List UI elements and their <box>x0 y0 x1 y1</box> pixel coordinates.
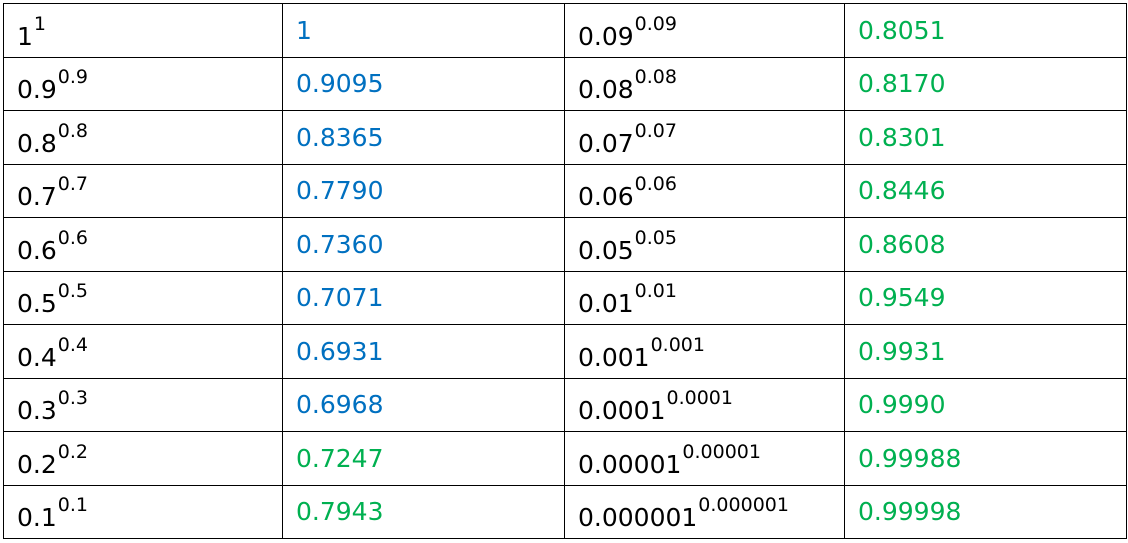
power-expression-right: 0.010.01 <box>564 270 845 325</box>
power-base: 0.07 <box>578 128 634 158</box>
table-row: 0.30.3 0.6968 0.00010.0001 0.9990 <box>3 377 1127 432</box>
power-expression-left: 0.70.7 <box>3 163 283 218</box>
power-expression-left: 0.30.3 <box>3 377 283 432</box>
table-row: 11 1 0.090.09 0.8051 <box>3 3 1127 58</box>
powers-table: 11 1 0.090.09 0.8051 0.90.9 0.9095 0.080.08 0.8… <box>3 3 1127 539</box>
power-value-right: 0.8301 <box>844 110 1127 165</box>
table-row: 0.90.9 0.9095 0.080.08 0.8170 <box>3 56 1127 111</box>
power-base: 0.3 <box>17 396 57 426</box>
power-base: 0.2 <box>17 449 57 479</box>
power-exponent: 0.5 <box>57 280 88 303</box>
power-value-right: 0.8051 <box>844 3 1127 58</box>
power-expression-right: 0.070.07 <box>564 110 845 165</box>
power-base: 0.00001 <box>578 449 682 479</box>
power-value-left: 1 <box>282 3 565 58</box>
powers-table-body: 11 1 0.090.09 0.8051 0.90.9 0.9095 0.080.08 0.8… <box>3 3 1127 539</box>
table-row: 0.80.8 0.8365 0.070.07 0.8301 <box>3 110 1127 165</box>
power-value-left: 0.8365 <box>282 110 565 165</box>
power-expression-left: 0.80.8 <box>3 110 283 165</box>
power-value-right: 0.9990 <box>844 377 1127 432</box>
power-value-right: 0.9931 <box>844 324 1127 379</box>
power-exponent: 0.2 <box>57 440 88 463</box>
power-exponent: 0.6 <box>57 226 88 249</box>
power-expression-right: 0.080.08 <box>564 56 845 111</box>
power-base: 1 <box>17 21 33 51</box>
table-row: 0.20.2 0.7247 0.000010.00001 0.99988 <box>3 431 1127 486</box>
power-exponent: 0.00001 <box>682 440 761 463</box>
power-value-left: 0.7360 <box>282 217 565 272</box>
power-value-left: 0.7247 <box>282 431 565 486</box>
power-expression-right: 0.0000010.000001 <box>564 484 845 539</box>
power-expression-left: 0.60.6 <box>3 217 283 272</box>
power-value-left: 0.6968 <box>282 377 565 432</box>
table-row: 0.60.6 0.7360 0.050.05 0.8608 <box>3 217 1127 272</box>
power-expression-right: 0.00010.0001 <box>564 377 845 432</box>
power-expression-right: 0.060.06 <box>564 163 845 218</box>
power-value-right: 0.8608 <box>844 217 1127 272</box>
power-expression-right: 0.050.05 <box>564 217 845 272</box>
power-exponent: 0.07 <box>634 119 677 142</box>
power-value-right: 0.9549 <box>844 270 1127 325</box>
power-exponent: 0.08 <box>634 66 677 89</box>
power-expression-left: 0.90.9 <box>3 56 283 111</box>
power-expression-left: 11 <box>3 3 283 58</box>
power-base: 0.9 <box>17 75 57 105</box>
power-base: 0.05 <box>578 235 634 265</box>
power-base: 0.08 <box>578 75 634 105</box>
power-exponent: 0.1 <box>57 494 88 517</box>
power-base: 0.01 <box>578 289 634 319</box>
power-base: 0.5 <box>17 289 57 319</box>
power-expression-left: 0.50.5 <box>3 270 283 325</box>
power-exponent: 0.7 <box>57 173 88 196</box>
power-value-left: 0.6931 <box>282 324 565 379</box>
table-row: 0.10.1 0.7943 0.0000010.000001 0.99998 <box>3 484 1127 539</box>
power-base: 0.7 <box>17 182 57 212</box>
power-value-right: 0.8446 <box>844 163 1127 218</box>
power-exponent: 0.3 <box>57 387 88 410</box>
power-exponent: 1 <box>33 12 46 35</box>
power-value-left: 0.7943 <box>282 484 565 539</box>
power-base: 0.0001 <box>578 396 666 426</box>
power-exponent: 0.0001 <box>666 387 733 410</box>
power-value-left: 0.7071 <box>282 270 565 325</box>
power-exponent: 0.09 <box>634 12 677 35</box>
power-exponent: 0.8 <box>57 119 88 142</box>
table-row: 0.40.4 0.6931 0.0010.001 0.9931 <box>3 324 1127 379</box>
power-value-left: 0.9095 <box>282 56 565 111</box>
table-row: 0.70.7 0.7790 0.060.06 0.8446 <box>3 163 1127 218</box>
power-expression-left: 0.20.2 <box>3 431 283 486</box>
power-base: 0.06 <box>578 182 634 212</box>
power-exponent: 0.01 <box>634 280 677 303</box>
power-exponent: 0.001 <box>650 333 705 356</box>
power-value-right: 0.99998 <box>844 484 1127 539</box>
power-base: 0.001 <box>578 342 650 372</box>
power-expression-left: 0.10.1 <box>3 484 283 539</box>
power-base: 0.4 <box>17 342 57 372</box>
power-exponent: 0.000001 <box>698 494 789 517</box>
power-exponent: 0.9 <box>57 66 88 89</box>
power-base: 0.8 <box>17 128 57 158</box>
power-base: 0.1 <box>17 503 57 533</box>
power-value-right: 0.8170 <box>844 56 1127 111</box>
power-exponent: 0.4 <box>57 333 88 356</box>
power-base: 0.09 <box>578 21 634 51</box>
power-expression-right: 0.000010.00001 <box>564 431 845 486</box>
power-expression-left: 0.40.4 <box>3 324 283 379</box>
power-expression-right: 0.0010.001 <box>564 324 845 379</box>
power-value-left: 0.7790 <box>282 163 565 218</box>
power-base: 0.000001 <box>578 503 698 533</box>
power-base: 0.6 <box>17 235 57 265</box>
table-row: 0.50.5 0.7071 0.010.01 0.9549 <box>3 270 1127 325</box>
power-expression-right: 0.090.09 <box>564 3 845 58</box>
power-value-right: 0.99988 <box>844 431 1127 486</box>
power-exponent: 0.05 <box>634 226 677 249</box>
power-exponent: 0.06 <box>634 173 677 196</box>
